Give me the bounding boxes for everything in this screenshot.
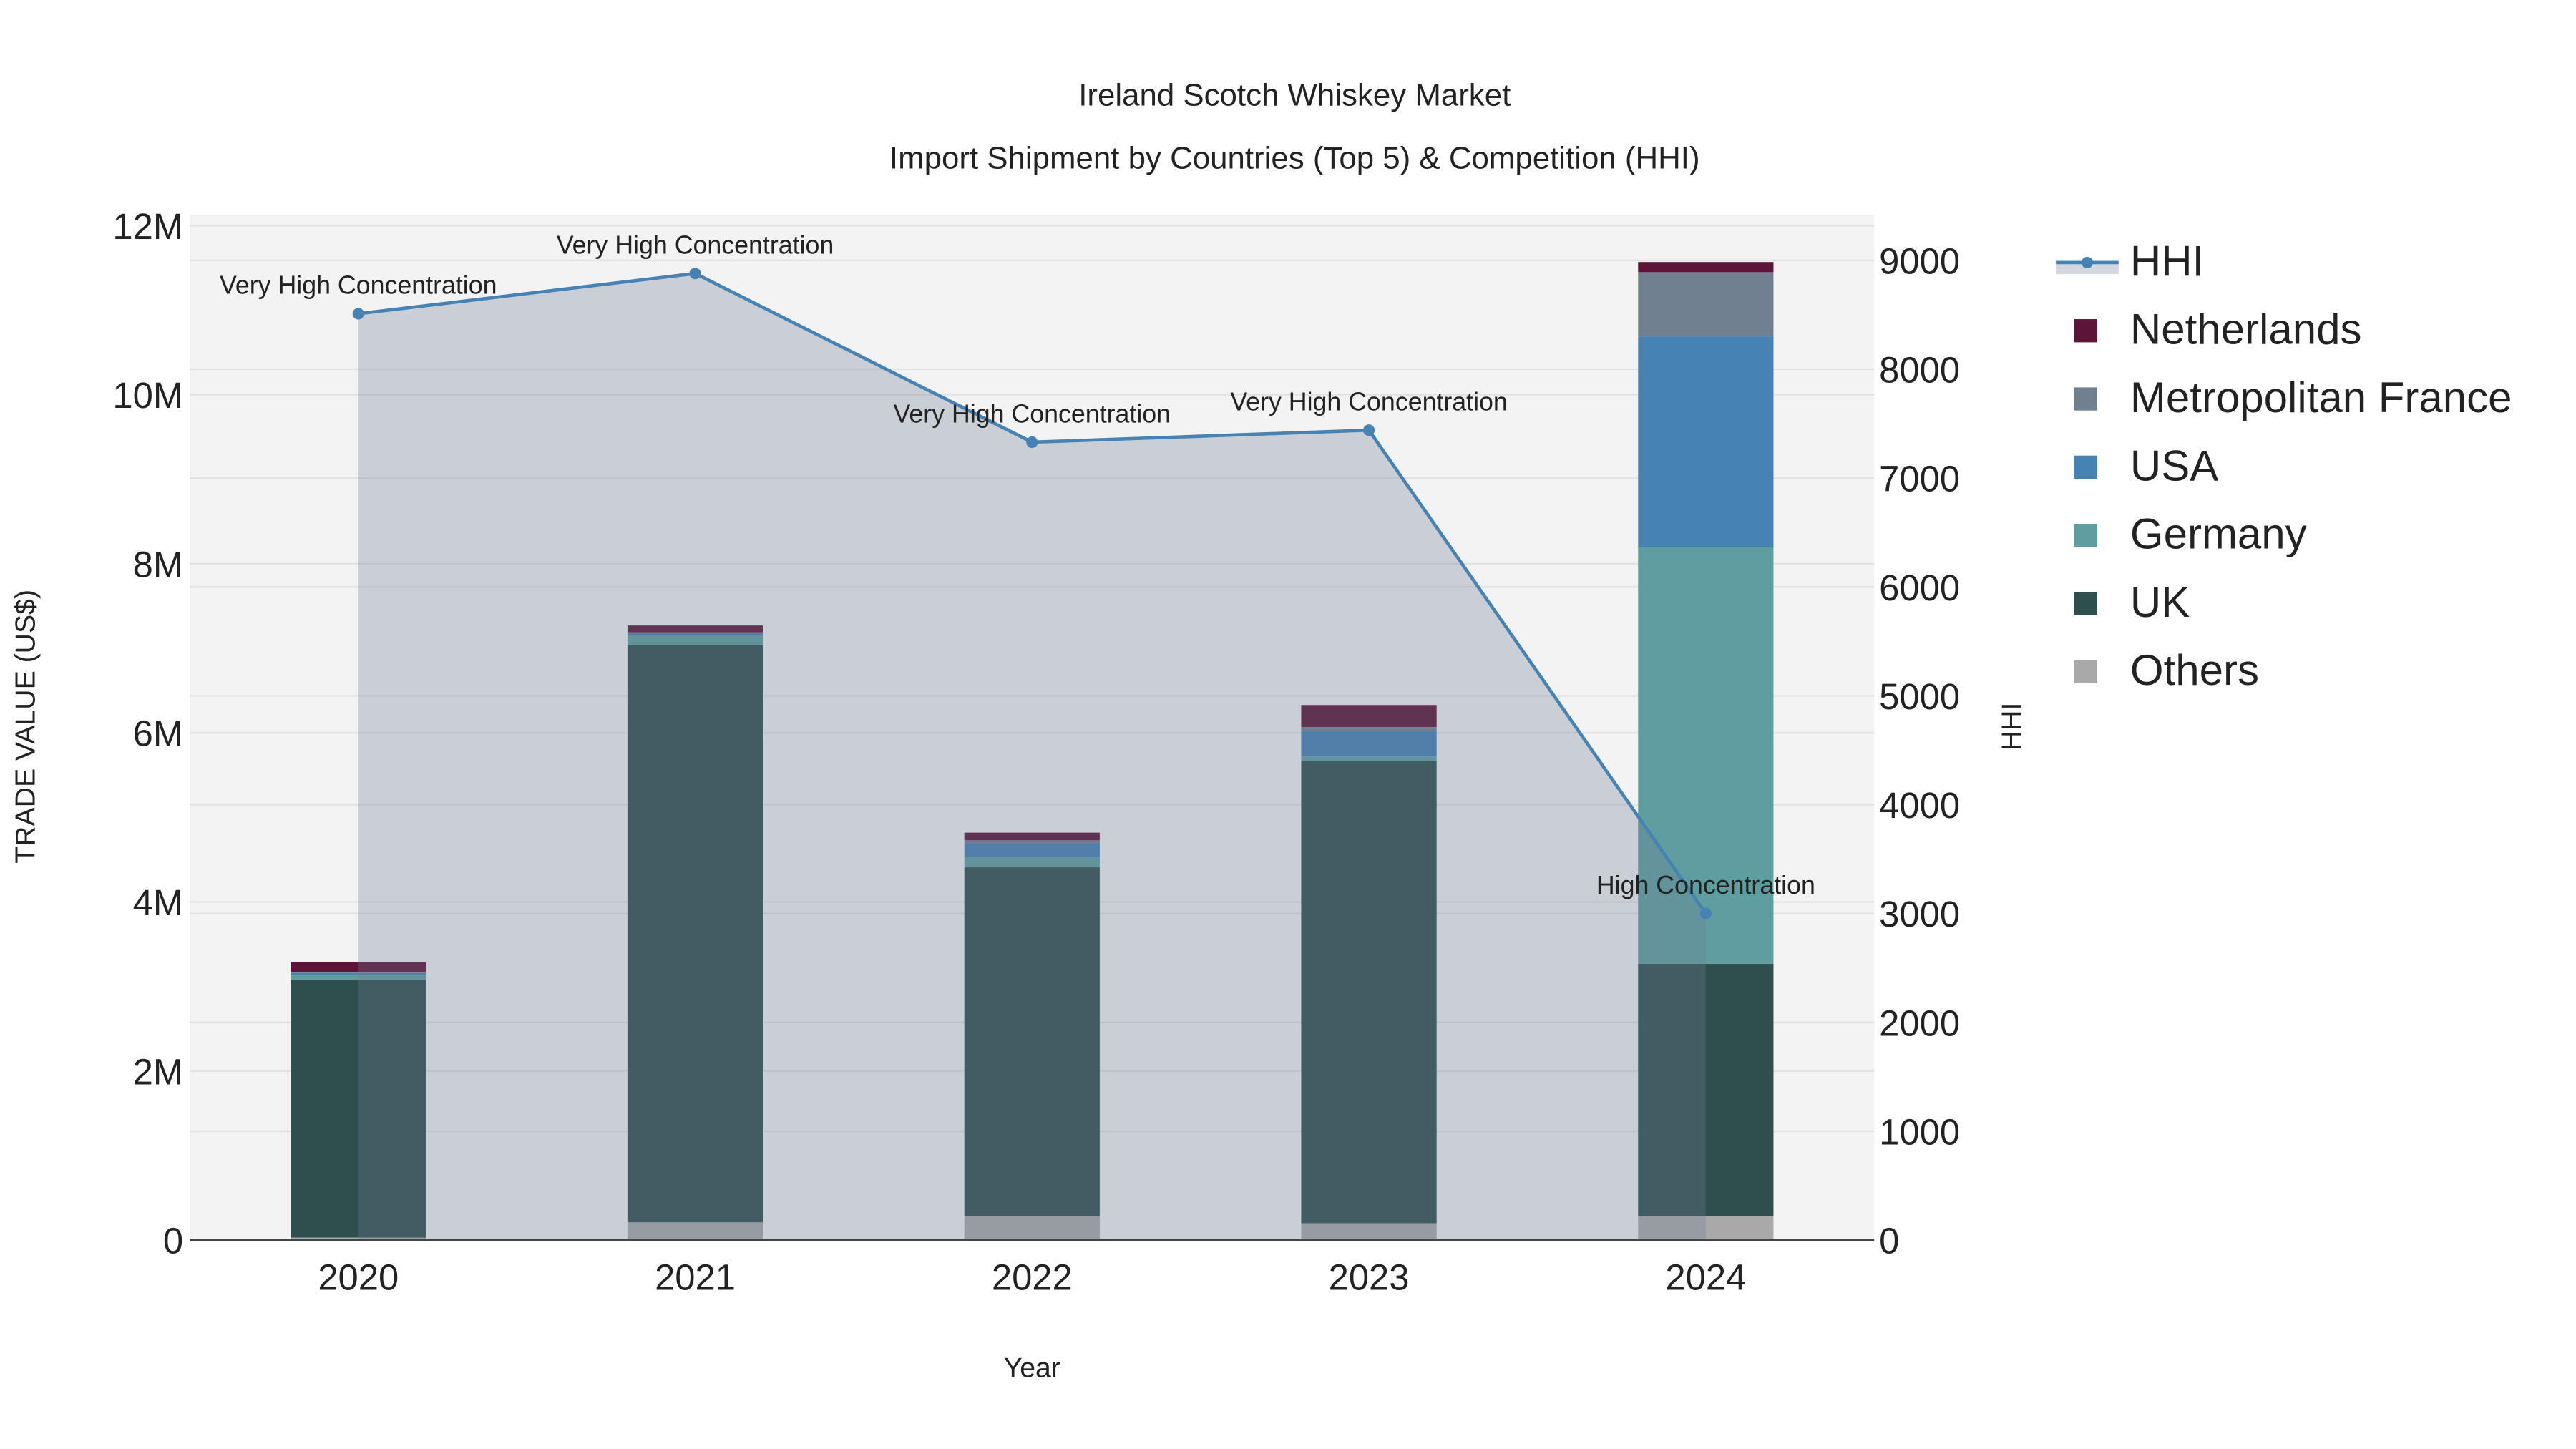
y-axis-title: TRADE VALUE (US$) [9,590,41,864]
hhi-annotation: High Concentration [1596,871,1815,899]
legend-hhi-marker [2081,256,2093,268]
legend-label: Netherlands [2130,306,2362,353]
y-tick-label: 12M [112,206,183,247]
bar-netherlands [1638,262,1774,273]
y2-axis-title: HHI [1996,703,2028,751]
hhi-point [1699,907,1712,919]
y2-tick-label: 2000 [1879,1002,1960,1043]
bar-usa [1638,336,1774,547]
y2-tick-label: 6000 [1879,567,1960,608]
y2-tick-label: 0 [1879,1221,1899,1262]
legend-label: UK [2130,578,2190,626]
y-tick-label: 8M [133,544,184,585]
bar-metropolitan-france [1638,272,1774,337]
y2-tick-label: 5000 [1879,676,1960,717]
y-tick-label: 2M [133,1051,184,1092]
legend: HHI Netherlands Metropolitan France USA Germ… [2056,237,2512,694]
hhi-annotation: Very High Concentration [220,271,497,300]
legend-label: HHI [2130,237,2204,285]
legend-label: Others [2130,646,2259,694]
hhi-annotation: Very High Concentration [1230,388,1508,416]
legend-swatch-netherlands [2074,319,2097,343]
legend-swatch-usa [2074,455,2097,479]
legend-swatch-others [2074,660,2097,683]
hhi-point [352,308,364,320]
y2-tick-label: 7000 [1879,459,1960,499]
y2-tick-label: 3000 [1879,894,1960,935]
legend-label: Metropolitan France [2130,374,2512,421]
x-axis-title: Year [1004,1352,1060,1384]
legend-label: Germany [2130,510,2307,558]
hhi-point [1363,424,1375,436]
legend-label: USA [2130,441,2218,489]
y-tick-label: 6M [133,713,184,754]
y2-tick-label: 4000 [1879,785,1960,826]
y2-tick-label: 8000 [1879,349,1960,390]
chart: Very High Concentration Very High Concent… [9,78,2512,1384]
hhi-point [1026,436,1038,449]
legend-swatch-metropolitan-france [2074,387,2097,411]
hhi-annotation: Very High Concentration [557,230,834,259]
y2-tick-label: 1000 [1879,1111,1960,1152]
y-tick-label: 4M [133,882,184,923]
x-tick-label: 2020 [318,1257,399,1297]
chart-subtitle: Import Shipment by Countries (Top 5) & C… [889,140,1700,175]
legend-swatch-uk [2074,592,2097,615]
x-tick-label: 2021 [655,1257,736,1297]
y-tick-label: 0 [163,1221,183,1262]
x-tick-label: 2022 [992,1257,1073,1297]
x-tick-label: 2024 [1665,1257,1746,1297]
hhi-point [689,268,701,280]
x-tick-label: 2023 [1329,1257,1410,1297]
chart-title: Ireland Scotch Whiskey Market [1078,78,1511,113]
hhi-annotation: Very High Concentration [894,399,1171,428]
y-tick-label: 10M [112,375,183,416]
y2-tick-label: 9000 [1879,240,1960,281]
legend-swatch-germany [2074,524,2097,547]
